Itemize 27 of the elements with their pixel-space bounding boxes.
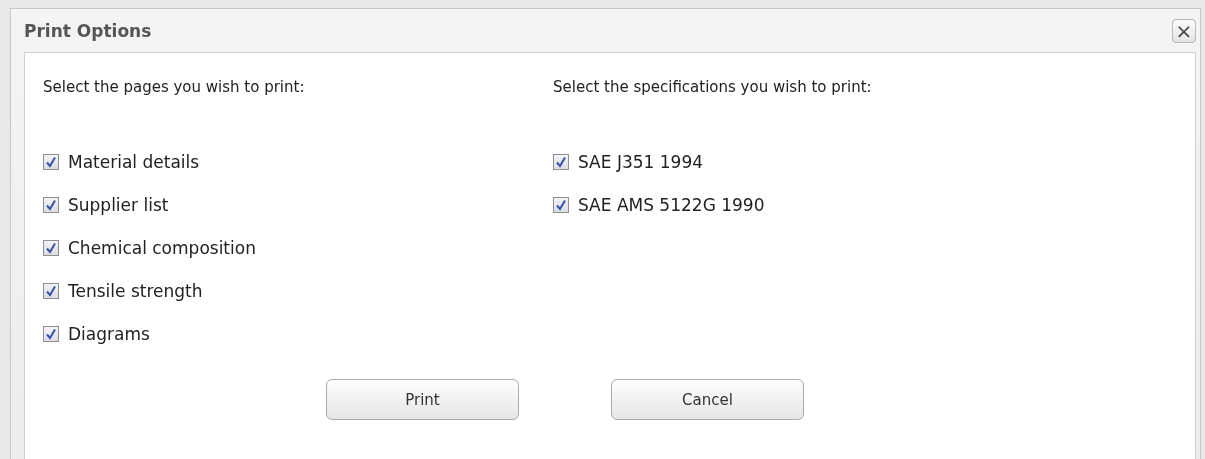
checkbox-label: Supplier list bbox=[68, 194, 169, 215]
checkbox-label: Chemical composition bbox=[68, 237, 256, 258]
checkbox[interactable] bbox=[43, 239, 59, 256]
checkbox[interactable] bbox=[43, 196, 59, 213]
checkbox-label: SAE J351 1994 bbox=[578, 151, 703, 172]
checkbox[interactable] bbox=[43, 153, 59, 170]
section-heading: Select the pages you wish to print: bbox=[43, 78, 306, 98]
check-icon bbox=[45, 198, 57, 211]
checkbox[interactable] bbox=[43, 282, 59, 299]
checkbox[interactable] bbox=[43, 325, 59, 342]
print-button[interactable]: Print bbox=[326, 379, 519, 420]
check-icon bbox=[45, 327, 57, 340]
check-icon bbox=[45, 284, 57, 297]
check-icon bbox=[45, 241, 57, 254]
checkbox-label: Material details bbox=[68, 151, 200, 172]
section-heading: Select the specifications you wish to print: bbox=[553, 78, 873, 98]
checkbox-label: SAE AMS 5122G 1990 bbox=[578, 194, 765, 215]
close-button[interactable]: × bbox=[1172, 18, 1196, 43]
checkbox[interactable] bbox=[553, 196, 569, 213]
dialog-title: Print Options bbox=[24, 20, 152, 41]
checkbox-label: Tensile strength bbox=[68, 280, 203, 301]
check-icon bbox=[45, 155, 57, 168]
checkbox[interactable] bbox=[553, 153, 569, 170]
check-icon bbox=[555, 198, 567, 211]
cancel-button[interactable]: Cancel bbox=[611, 379, 804, 420]
check-icon bbox=[555, 155, 567, 168]
checkbox-label: Diagrams bbox=[68, 323, 150, 344]
